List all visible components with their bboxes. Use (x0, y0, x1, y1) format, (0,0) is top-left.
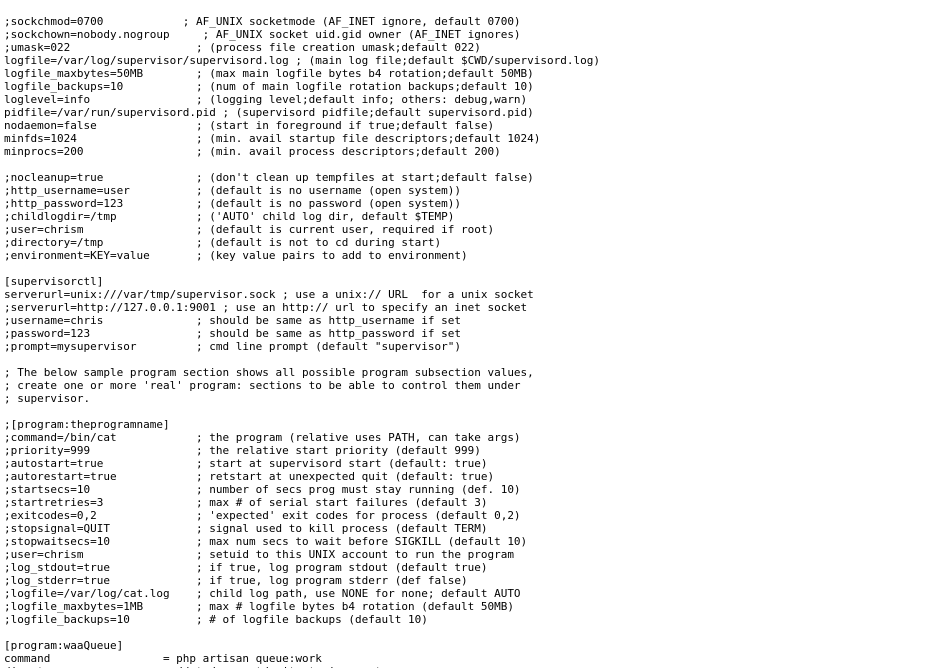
terminal-window[interactable]: ;sockchmod=0700 ; AF_UNIX socketmode (AF… (0, 0, 942, 668)
config-file-content: ;sockchmod=0700 ; AF_UNIX socketmode (AF… (4, 15, 666, 668)
